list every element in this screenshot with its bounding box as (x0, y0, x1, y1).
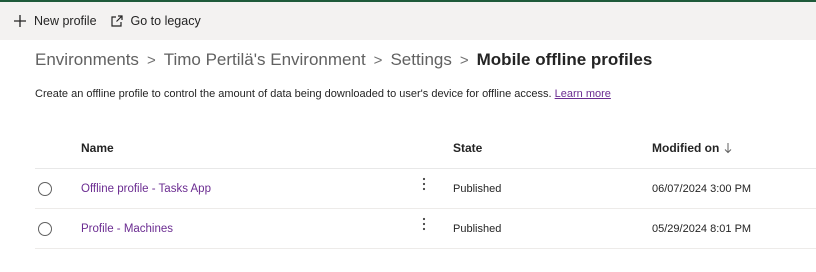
new-profile-button[interactable]: New profile (0, 2, 105, 40)
learn-more-link[interactable]: Learn more (555, 88, 611, 100)
table-row[interactable]: Profile - Machines Published 05/29/2024 … (35, 209, 816, 249)
open-external-icon (109, 13, 125, 29)
description-text: Create an offline profile to control the… (35, 88, 552, 100)
breadcrumb-separator: > (373, 51, 383, 69)
go-to-legacy-button[interactable]: Go to legacy (105, 2, 209, 40)
breadcrumb-separator: > (459, 51, 469, 69)
table-header-row: Name State Modified on (35, 128, 816, 169)
column-header-modified-on[interactable]: Modified on (652, 141, 816, 155)
breadcrumb-separator: > (146, 51, 156, 69)
more-options-icon[interactable] (417, 217, 431, 235)
more-options-icon[interactable] (417, 177, 431, 195)
modified-on-value: 06/07/2024 3:00 PM (652, 182, 752, 195)
state-value: Published (453, 182, 502, 195)
column-header-name[interactable]: Name (81, 141, 417, 155)
page-title: Mobile offline profiles (476, 50, 653, 69)
column-header-state[interactable]: State (453, 141, 652, 155)
breadcrumb-item-settings[interactable]: Settings (390, 50, 451, 70)
breadcrumb-item-environments[interactable]: Environments (35, 50, 139, 70)
new-profile-label: New profile (34, 14, 97, 28)
column-header-state-label: State (453, 141, 483, 155)
breadcrumb: Environments > Timo Pertilä's Environmen… (35, 46, 652, 74)
go-to-legacy-label: Go to legacy (130, 14, 201, 28)
breadcrumb-item-environment[interactable]: Timo Pertilä's Environment (164, 50, 366, 70)
arrow-down-icon (724, 142, 732, 154)
column-header-modified-label: Modified on (652, 141, 720, 155)
profile-name-link[interactable]: Offline profile - Tasks App (81, 183, 211, 195)
page-description: Create an offline profile to control the… (35, 88, 611, 100)
profile-name-link[interactable]: Profile - Machines (81, 223, 173, 235)
profiles-table: Name State Modified on Offline profile -… (35, 128, 816, 249)
state-value: Published (453, 222, 502, 235)
modified-on-value: 05/29/2024 8:01 PM (652, 222, 752, 235)
row-select-radio[interactable] (38, 181, 52, 196)
plus-icon (12, 13, 28, 29)
column-header-name-label: Name (81, 141, 114, 155)
row-select-radio[interactable] (38, 221, 52, 236)
table-row[interactable]: Offline profile - Tasks App Published 06… (35, 169, 816, 209)
command-bar: New profile Go to legacy (0, 2, 816, 40)
